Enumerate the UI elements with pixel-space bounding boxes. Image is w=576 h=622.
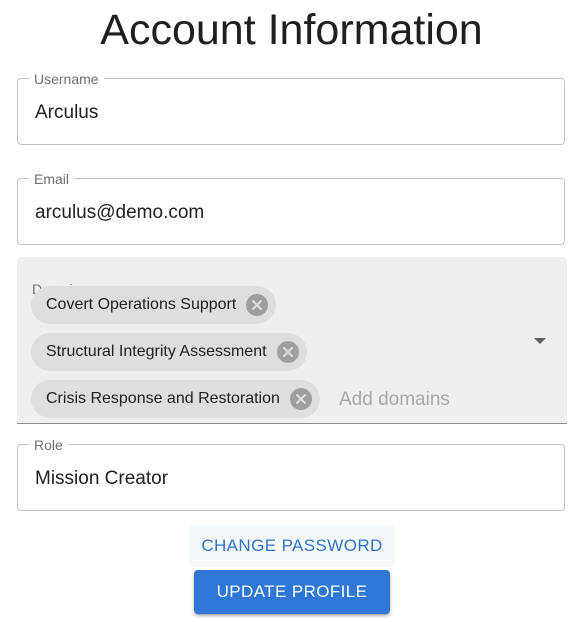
domain-chip-label: Structural Integrity Assessment <box>46 343 267 360</box>
domain-chip: Structural Integrity Assessment <box>31 333 307 371</box>
domains-select[interactable]: Domains Covert Operations Support Struct… <box>17 257 567 424</box>
arrow-drop-down-icon[interactable] <box>534 338 546 344</box>
cancel-circle-icon[interactable] <box>276 341 299 363</box>
domain-chip: Covert Operations Support <box>31 286 277 324</box>
cancel-circle-icon[interactable] <box>289 388 312 410</box>
username-field[interactable]: Username Arculus <box>17 71 565 145</box>
role-label: Role <box>29 437 68 453</box>
close-icon <box>282 347 293 357</box>
email-field[interactable]: Email arculus@demo.com <box>17 171 565 245</box>
update-profile-button[interactable]: Update Profile <box>194 570 390 614</box>
username-value: Arculus <box>35 102 99 123</box>
close-icon <box>295 394 306 404</box>
cancel-circle-icon[interactable] <box>246 294 269 316</box>
domain-chip-label: Crisis Response and Restoration <box>46 390 280 407</box>
close-icon <box>252 300 263 310</box>
email-value: arculus@demo.com <box>35 202 205 223</box>
email-label: Email <box>29 171 75 187</box>
page-title: Account Information <box>100 6 483 54</box>
account-information-page: Account Information Username Arculus Ema… <box>0 0 576 622</box>
role-value: Mission Creator <box>35 468 169 489</box>
domain-chip-label: Covert Operations Support <box>46 296 237 313</box>
role-field[interactable]: Role Mission Creator <box>17 437 565 511</box>
domain-chip: Crisis Response and Restoration <box>31 380 320 418</box>
change-password-button[interactable]: Change Password <box>189 525 395 567</box>
add-domains-input[interactable]: Add domains <box>339 388 450 412</box>
username-label: Username <box>29 71 104 87</box>
